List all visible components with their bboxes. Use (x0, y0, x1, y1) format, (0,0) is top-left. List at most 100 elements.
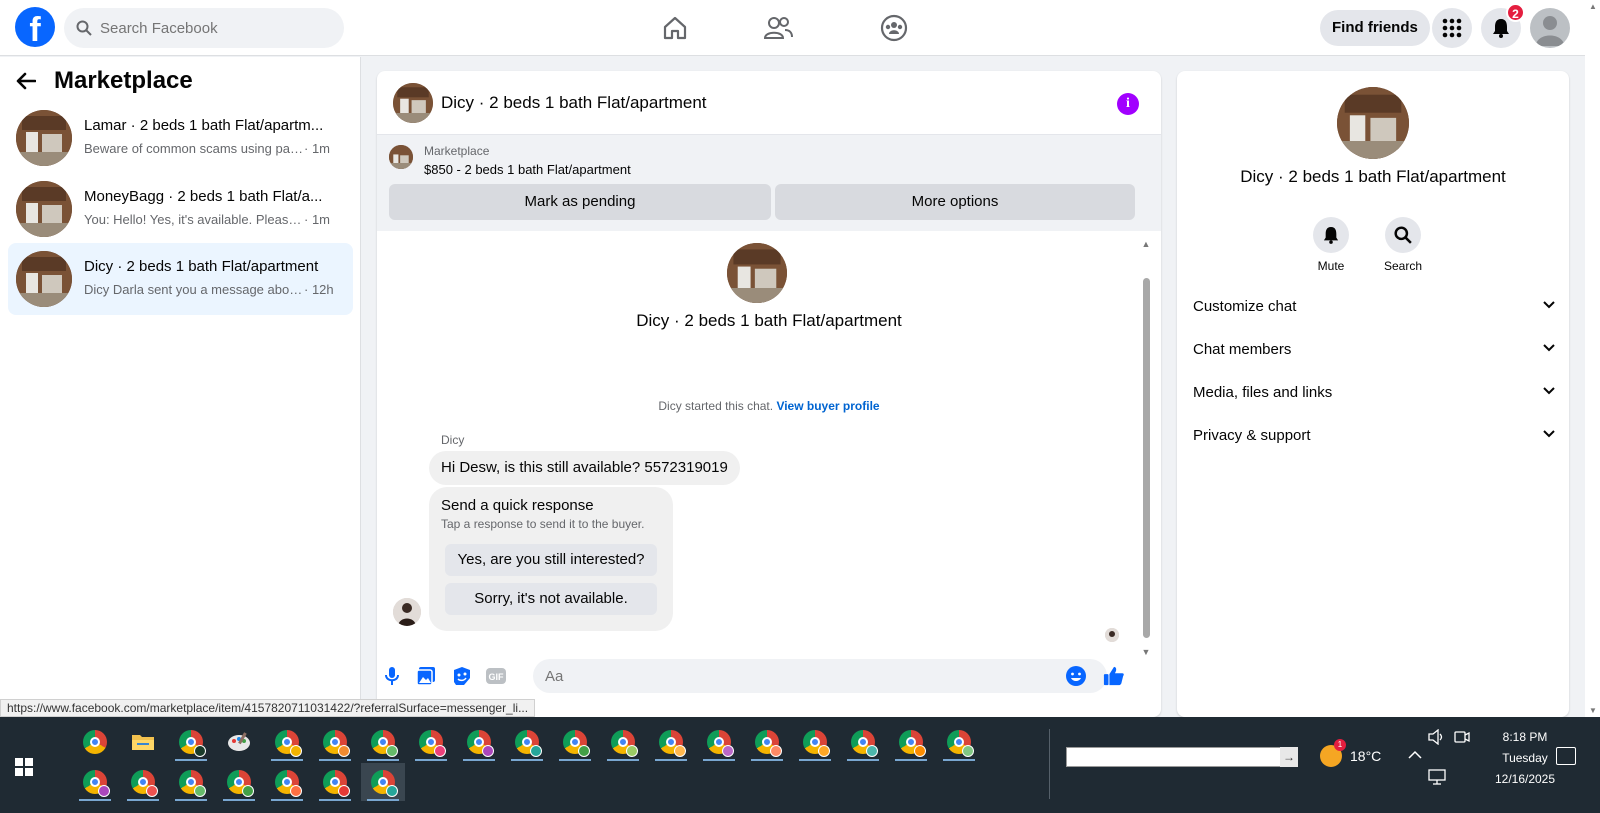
taskbar-chrome-profile-app[interactable] (553, 723, 597, 761)
conversation-preview: Dicy Darla sent you a message about... ·… (84, 282, 334, 297)
sidebar-header: Marketplace (16, 67, 193, 95)
taskbar-chrome-profile-app[interactable] (409, 723, 453, 761)
taskbar-chrome-profile-app[interactable] (505, 723, 549, 761)
chat-header: Dicy · 2 beds 1 bath Flat/apartment i (377, 71, 1161, 135)
taskbar-chrome-profile-app[interactable] (937, 723, 981, 761)
window-scroll-up-arrow[interactable]: ▲ (1589, 2, 1597, 11)
media-files-links-section[interactable]: Media, files and links (1193, 375, 1555, 411)
taskbar-chrome-profile-app[interactable] (313, 763, 357, 801)
bell-icon (1313, 217, 1349, 253)
microphone-icon[interactable] (381, 665, 403, 687)
go-arrow-icon[interactable]: → (1280, 747, 1298, 767)
scroll-thumb[interactable] (1143, 278, 1150, 638)
emoji-icon[interactable] (1065, 665, 1087, 687)
sticker-icon[interactable] (451, 665, 473, 687)
grid-menu-icon (1442, 18, 1462, 38)
info-icon[interactable]: i (1117, 93, 1139, 115)
weather-widget[interactable]: 1 18°C (1320, 739, 1382, 767)
volume-icon[interactable] (1428, 728, 1446, 748)
taskbar-chrome-profile-app[interactable] (697, 723, 741, 761)
conversation-item[interactable]: MoneyBagg · 2 beds 1 bath Flat/a... You:… (8, 173, 353, 245)
taskbar-chrome-profile-app[interactable] (649, 723, 693, 761)
thumbs-up-icon[interactable] (1103, 665, 1125, 687)
photo-icon[interactable] (415, 665, 437, 687)
search-conversation-button[interactable]: Search (1373, 217, 1433, 273)
privacy-support-section[interactable]: Privacy & support (1193, 418, 1555, 454)
meet-now-icon[interactable] (1454, 729, 1470, 748)
show-hidden-icons-chevron[interactable] (1408, 747, 1422, 763)
taskbar-chrome-profile-app[interactable] (73, 763, 117, 801)
notifications-button[interactable]: 2 (1481, 3, 1525, 48)
chrome-icon (947, 730, 974, 757)
friends-icon[interactable] (762, 12, 794, 44)
chrome-icon (371, 730, 398, 757)
taskbar-chrome-profile-app[interactable] (457, 723, 501, 761)
more-options-button[interactable]: More options (775, 184, 1135, 220)
find-friends-button[interactable]: Find friends (1320, 10, 1430, 46)
groups-icon[interactable] (878, 12, 910, 44)
taskbar-chrome-profile-app[interactable] (793, 723, 837, 761)
home-icon[interactable] (659, 12, 691, 44)
chat-started-notice: Dicy started this chat. View buyer profi… (658, 399, 880, 413)
taskbar-chrome-profile-app[interactable] (169, 763, 213, 801)
menu-button[interactable] (1432, 8, 1472, 48)
taskbar-file-explorer-app[interactable] (121, 723, 165, 761)
taskbar-paint-app[interactable] (217, 723, 261, 761)
search-box[interactable] (64, 8, 344, 48)
quick-response-no-button[interactable]: Sorry, it's not available. (445, 583, 657, 615)
message-input[interactable] (533, 659, 1107, 693)
search-input[interactable] (100, 19, 320, 37)
chat-title[interactable]: Dicy · 2 beds 1 bath Flat/apartment (441, 93, 707, 113)
taskbar-chrome-active-app[interactable] (361, 763, 405, 801)
taskbar-chrome-app[interactable] (73, 723, 117, 761)
chat-panel: Dicy · 2 beds 1 bath Flat/apartment i Ma… (377, 71, 1161, 717)
taskbar-chrome-profile-app[interactable] (265, 763, 309, 801)
conversation-title: Lamar · 2 beds 1 bath Flat/apartm... (84, 117, 324, 134)
scroll-up-arrow[interactable]: ▲ (1141, 239, 1151, 249)
message-bubble[interactable]: Hi Desw, is this still available? 557231… (429, 451, 740, 485)
taskbar-chrome-profile-app[interactable] (361, 723, 405, 761)
taskbar-chrome-profile-app[interactable] (601, 723, 645, 761)
taskbar-chrome-profile-app[interactable] (217, 763, 261, 801)
temperature: 18°C (1350, 748, 1382, 764)
chat-listing-thumbnail[interactable] (393, 83, 433, 123)
taskbar-chrome-profile-app[interactable] (889, 723, 933, 761)
clock-date: 12/16/2025 (1494, 772, 1556, 786)
weather-moon-icon: 1 (1320, 739, 1346, 767)
quick-response-title: Send a quick response (441, 497, 594, 514)
taskbar-chrome-profile-app[interactable] (265, 723, 309, 761)
buyer-avatar[interactable] (393, 598, 421, 626)
chrome-icon (851, 730, 878, 757)
window-scrollbar[interactable]: ▲ ▼ (1585, 0, 1600, 717)
conversation-item-active[interactable]: Dicy · 2 beds 1 bath Flat/apartment Dicy… (8, 243, 353, 315)
account-avatar[interactable] (1530, 8, 1570, 48)
notification-badge: 2 (1506, 3, 1525, 22)
chat-members-section[interactable]: Chat members (1193, 332, 1555, 368)
gif-icon[interactable]: GIF (485, 665, 507, 687)
taskbar-chrome-profile-app[interactable] (841, 723, 885, 761)
taskbar-chrome-profile-app[interactable] (169, 723, 213, 761)
svg-text:GIF: GIF (489, 672, 505, 682)
customize-chat-section[interactable]: Customize chat (1193, 289, 1555, 325)
quick-response-yes-button[interactable]: Yes, are you still interested? (445, 544, 657, 576)
taskbar-chrome-profile-app[interactable] (313, 723, 357, 761)
view-buyer-profile-link[interactable]: View buyer profile (776, 399, 879, 413)
windows-logo-icon (15, 758, 33, 776)
taskbar-separator (1049, 729, 1050, 799)
facebook-logo[interactable]: f (15, 7, 55, 47)
notification-center-icon[interactable] (1556, 747, 1576, 765)
network-icon[interactable] (1428, 769, 1446, 788)
mark-as-pending-button[interactable]: Mark as pending (389, 184, 771, 220)
bell-icon (1493, 19, 1509, 38)
paint-icon (228, 732, 250, 751)
listing-title[interactable]: $850 - 2 beds 1 bath Flat/apartment (424, 162, 631, 177)
taskbar-chrome-profile-app[interactable] (121, 763, 165, 801)
conversation-item[interactable]: Lamar · 2 beds 1 bath Flat/apartm... Bew… (8, 102, 353, 174)
window-scroll-down-arrow[interactable]: ▼ (1589, 706, 1597, 715)
taskbar-chrome-profile-app[interactable] (745, 723, 789, 761)
windows-start-button[interactable] (0, 743, 48, 791)
back-arrow-icon[interactable] (16, 72, 36, 90)
chrome-icon (563, 730, 590, 757)
taskbar-address-box[interactable] (1066, 747, 1296, 767)
mute-button[interactable]: Mute (1301, 217, 1361, 273)
